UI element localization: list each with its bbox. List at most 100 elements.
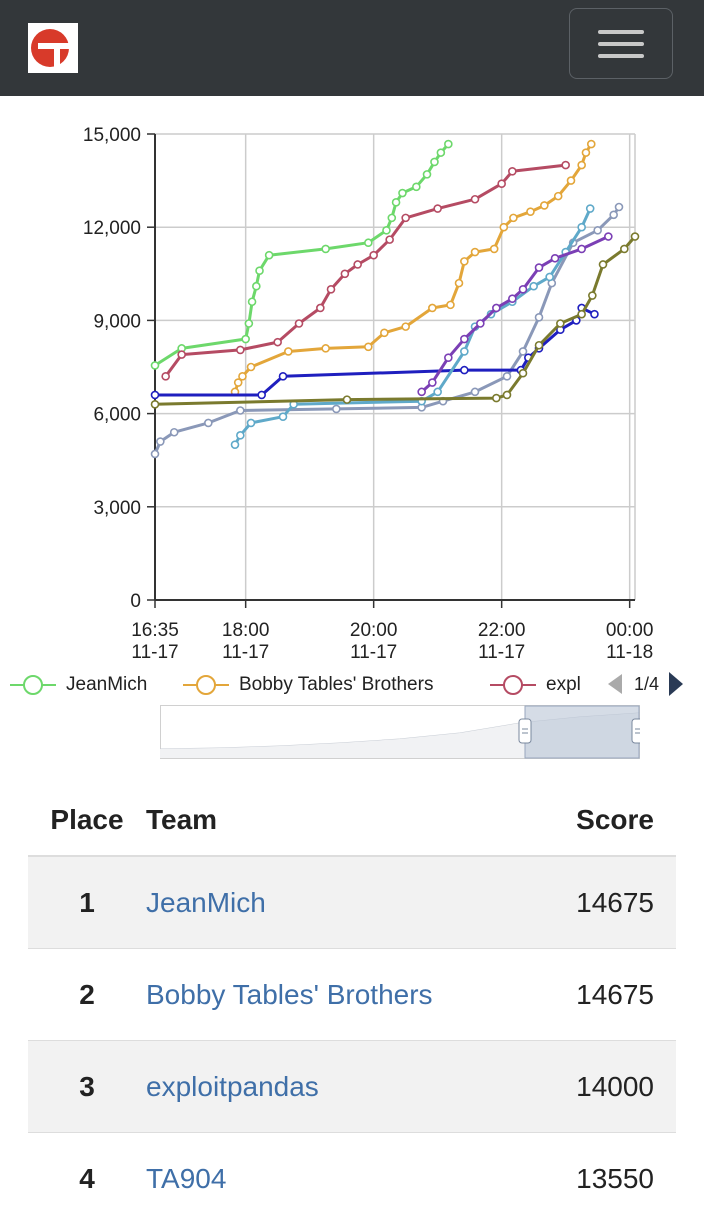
data-point — [152, 401, 159, 408]
data-point — [258, 391, 265, 398]
data-point — [424, 171, 431, 178]
navbar — [0, 0, 704, 96]
data-point — [237, 432, 244, 439]
data-point — [157, 438, 164, 445]
team-cell: exploitpandas — [146, 1041, 539, 1133]
data-point — [341, 270, 348, 277]
data-point — [447, 301, 454, 308]
team-link[interactable]: JeanMich — [146, 887, 266, 918]
data-point — [445, 141, 452, 148]
data-point — [399, 190, 406, 197]
data-point — [249, 298, 256, 305]
data-point — [239, 373, 246, 380]
team-link[interactable]: exploitpandas — [146, 1071, 319, 1102]
x-tick-label-date: 11-17 — [131, 642, 178, 663]
legend-item-exploitpandas[interactable]: expl — [490, 670, 600, 700]
data-point — [413, 183, 420, 190]
score-header[interactable]: Score — [539, 785, 676, 856]
data-point — [541, 202, 548, 209]
legend-label: expl — [546, 674, 581, 696]
data-point — [588, 141, 595, 148]
data-point — [491, 245, 498, 252]
data-point — [431, 158, 438, 165]
data-point — [578, 245, 585, 252]
brand-logo[interactable] — [28, 23, 78, 73]
data-point — [274, 339, 281, 346]
data-point — [536, 314, 543, 321]
data-point — [296, 320, 303, 327]
legend-page-number: 1/4 — [634, 674, 659, 695]
chart-legend: JeanMich Bobby Tables' Brothers expl — [0, 666, 704, 704]
score-cell: 14675 — [539, 856, 676, 949]
leaderboard-table: Place Team Score 1 JeanMich 14675 2 Bobb… — [28, 785, 676, 1224]
data-point — [530, 283, 537, 290]
team-header[interactable]: Team — [146, 785, 539, 856]
place-header[interactable]: Place — [28, 785, 146, 856]
data-point — [354, 261, 361, 268]
data-point — [527, 208, 534, 215]
data-point — [280, 413, 287, 420]
table-row: 3 exploitpandas 14000 — [28, 1041, 676, 1133]
place-cell: 4 — [28, 1133, 146, 1224]
y-tick-label: 3,000 — [93, 498, 141, 519]
data-point — [205, 419, 212, 426]
data-point — [591, 311, 598, 318]
x-tick-label-date: 11-17 — [350, 642, 397, 663]
y-tick-label: 9,000 — [93, 311, 141, 332]
data-point — [437, 149, 444, 156]
legend-item-bobby-tables[interactable]: Bobby Tables' Brothers — [183, 670, 483, 700]
data-point — [555, 193, 562, 200]
data-point — [317, 304, 324, 311]
table-row: 1 JeanMich 14675 — [28, 856, 676, 949]
data-point — [245, 320, 252, 327]
x-tick-label-date: 11-17 — [222, 642, 269, 663]
data-point — [322, 245, 329, 252]
legend-marker-icon — [490, 675, 536, 695]
data-point — [493, 304, 500, 311]
time-range-slider[interactable] — [160, 705, 640, 759]
data-point — [472, 249, 479, 256]
y-tick-label: 15,000 — [83, 125, 141, 146]
data-point — [253, 283, 260, 290]
prev-page-icon[interactable] — [606, 672, 624, 696]
x-tick-label-time: 16:35 — [131, 620, 179, 641]
hamburger-icon — [598, 30, 644, 34]
slider-selection[interactable] — [525, 706, 639, 758]
next-page-icon[interactable] — [667, 670, 685, 698]
team-link[interactable]: TA904 — [146, 1163, 226, 1194]
data-point — [152, 391, 159, 398]
data-point — [520, 348, 527, 355]
data-point — [621, 245, 628, 252]
data-point — [152, 362, 159, 369]
data-point — [328, 286, 335, 293]
data-point — [280, 373, 287, 380]
slider-left-handle-icon[interactable] — [519, 719, 531, 743]
menu-toggle-button[interactable] — [569, 8, 673, 79]
x-tick-label-date: 11-17 — [478, 642, 525, 663]
legend-item-jeanmich[interactable]: JeanMich — [10, 670, 180, 700]
data-point — [386, 236, 393, 243]
team-link[interactable]: Bobby Tables' Brothers — [146, 979, 433, 1010]
data-point — [578, 311, 585, 318]
data-point — [402, 323, 409, 330]
data-point — [589, 292, 596, 299]
data-point — [605, 233, 612, 240]
data-point — [429, 379, 436, 386]
data-point — [461, 348, 468, 355]
score-cell: 13550 — [539, 1133, 676, 1224]
data-point — [562, 162, 569, 169]
data-point — [461, 367, 468, 374]
data-point — [582, 149, 589, 156]
x-tick-label-time: 22:00 — [478, 620, 526, 641]
slider-right-handle-icon[interactable] — [632, 719, 640, 743]
legend-label: Bobby Tables' Brothers — [239, 674, 433, 696]
data-point — [504, 391, 511, 398]
data-point — [472, 196, 479, 203]
data-point — [365, 343, 372, 350]
legend-marker-icon — [183, 675, 229, 695]
data-point — [365, 239, 372, 246]
data-point — [557, 320, 564, 327]
place-cell: 3 — [28, 1041, 146, 1133]
data-point — [498, 180, 505, 187]
data-point — [322, 345, 329, 352]
